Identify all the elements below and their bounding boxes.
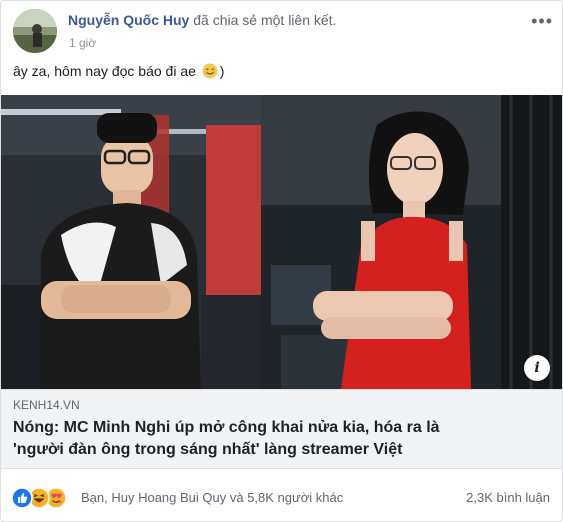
status-text: ây za, hôm nay đọc báo đi ae [13,63,196,79]
comment-count[interactable]: 2,3K bình luận [466,490,550,505]
info-icon[interactable]: i [524,355,550,381]
post-timestamp[interactable]: 1 giờ [69,36,96,50]
link-domain: KENH14.VN [13,398,80,412]
link-preview-image[interactable]: i [1,95,562,389]
post-status-text: ây za, hôm nay đọc báo đi ae ) [13,63,224,79]
link-title-line2: 'người đàn ông trong sáng nhất' làng str… [13,441,403,458]
post-action-text: đã chia sẻ một liên kết. [193,12,337,28]
feed-post: Nguyễn Quốc Huy đã chia sẻ một liên kết.… [0,0,563,522]
author-name[interactable]: Nguyễn Quốc Huy [68,12,189,28]
author-avatar[interactable] [13,9,57,53]
link-preview-meta[interactable]: KENH14.VN Nóng: MC Minh Nghi úp mở công … [1,389,562,469]
post-header: Nguyễn Quốc Huy đã chia sẻ một liên kết.… [13,9,553,55]
link-title[interactable]: Nóng: MC Minh Nghi úp mở công khai nửa k… [13,417,550,461]
reactions-summary[interactable]: Bạn, Huy Hoang Bui Quy và 5,8K người khá… [81,490,343,505]
more-options-icon[interactable]: ••• [531,11,553,32]
author-line: Nguyễn Quốc Huy đã chia sẻ một liên kết. [68,12,336,28]
smile-emoji-icon [202,63,218,79]
status-suffix: ) [219,63,225,79]
reaction-icons[interactable] [11,487,73,509]
link-title-line1: Nóng: MC Minh Nghi úp mở công khai nửa k… [13,419,440,436]
reactions-bar: Bạn, Huy Hoang Bui Quy và 5,8K người khá… [11,485,552,509]
like-icon [11,487,33,509]
